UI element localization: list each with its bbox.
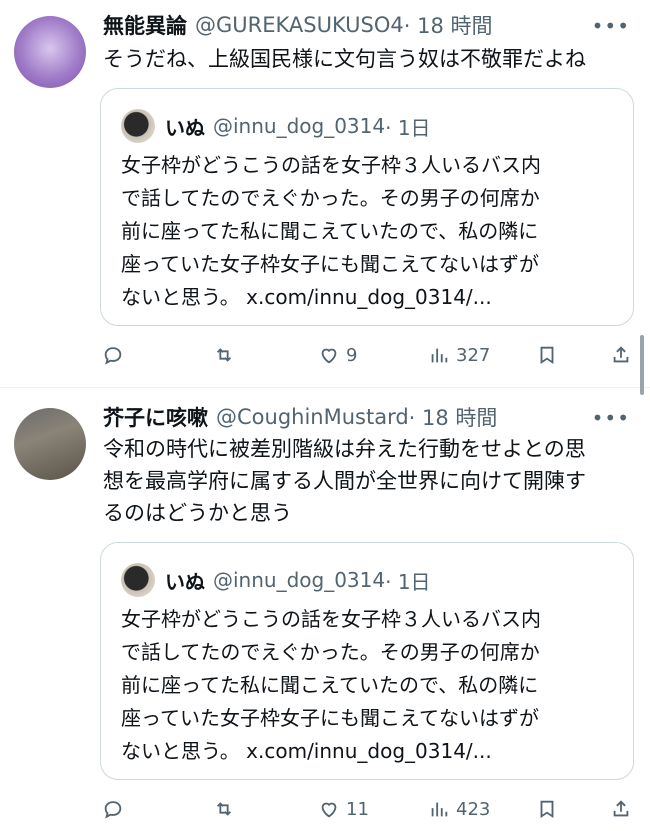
quoted-author-name: いぬ <box>165 115 205 140</box>
avatar[interactable] <box>14 16 86 88</box>
action-bar: 9 327 <box>100 340 635 370</box>
bookmark-button[interactable] <box>536 340 558 370</box>
views-button[interactable]: 423 <box>428 794 490 824</box>
author-name[interactable]: 芥子に咳嗽 <box>103 402 208 432</box>
quoted-tweet-text: 女子枠がどうこうの話を女子枠３人いるバス内 で話してたのでえぐかった。その男子の… <box>121 153 541 309</box>
like-count: 9 <box>346 344 358 366</box>
avatar[interactable] <box>14 408 86 480</box>
timestamp[interactable]: · 18 時間 <box>404 10 493 40</box>
tweet-header: 無能異論 @GUREKASUKUSO4 · 18 時間 <box>103 10 493 40</box>
share-button[interactable] <box>610 340 632 370</box>
share-button[interactable] <box>610 794 632 824</box>
quoted-tweet[interactable]: いぬ @innu_dog_0314 · 1日 女子枠がどうこうの話を女子枠３人い… <box>100 542 634 780</box>
reply-icon <box>104 347 122 365</box>
quoted-tweet-text: 女子枠がどうこうの話を女子枠３人いるバス内 で話してたのでえぐかった。その男子の… <box>121 607 541 763</box>
like-button[interactable]: 11 <box>318 794 369 824</box>
tweet-text: 令和の時代に被差別階級は弁えた行動をせよとの思 想を最高学府に属する人間が全世界… <box>103 437 586 525</box>
quoted-author-handle: @innu_dog_0314 <box>213 568 386 592</box>
views-button[interactable]: 327 <box>428 340 490 370</box>
reply-icon <box>104 801 122 819</box>
reply-button[interactable] <box>102 794 124 824</box>
more-options-button[interactable]: ••• <box>592 406 630 430</box>
like-button[interactable]: 9 <box>318 340 357 370</box>
retweet-button[interactable] <box>213 794 235 824</box>
retweet-icon <box>216 802 232 816</box>
tweet[interactable]: 芥子に咳嗽 @CoughinMustard · 18 時間 ••• 令和の時代に… <box>0 388 650 831</box>
quoted-tweet-header: いぬ @innu_dog_0314 · 1日 <box>121 563 431 597</box>
quoted-avatar <box>121 563 155 597</box>
quoted-timestamp: · 1日 <box>385 569 431 594</box>
scrollbar[interactable] <box>640 335 644 395</box>
quoted-tweet[interactable]: いぬ @innu_dog_0314 · 1日 女子枠がどうこうの話を女子枠３人い… <box>100 88 634 326</box>
share-icon <box>613 800 629 817</box>
heart-icon <box>321 802 337 818</box>
views-icon <box>431 348 448 363</box>
timestamp[interactable]: · 18 時間 <box>409 402 498 432</box>
tweet[interactable]: 無能異論 @GUREKASUKUSO4 · 18 時間 ••• そうだね、上級国… <box>0 0 650 387</box>
heart-icon <box>321 348 337 364</box>
reply-button[interactable] <box>102 340 124 370</box>
quoted-author-name: いぬ <box>165 569 205 594</box>
action-bar: 11 423 <box>100 794 635 824</box>
author-name[interactable]: 無能異論 <box>103 10 187 40</box>
share-icon <box>613 346 629 363</box>
views-count: 327 <box>456 344 491 366</box>
tweet-header: 芥子に咳嗽 @CoughinMustard · 18 時間 <box>103 402 497 432</box>
like-count: 11 <box>346 798 369 820</box>
tweet-text: そうだね、上級国民様に文句言う奴は不敬罪だよね <box>103 47 586 71</box>
quoted-avatar <box>121 109 155 143</box>
views-count: 423 <box>456 798 491 820</box>
author-handle[interactable]: @GUREKASUKUSO4 <box>195 13 404 37</box>
bookmark-button[interactable] <box>536 794 558 824</box>
retweet-button[interactable] <box>213 340 235 370</box>
quoted-timestamp: · 1日 <box>385 115 431 140</box>
bookmark-icon <box>540 346 554 365</box>
bookmark-icon <box>540 800 554 819</box>
views-icon <box>431 802 448 817</box>
author-handle[interactable]: @CoughinMustard <box>216 405 409 429</box>
retweet-icon <box>216 348 232 362</box>
quoted-author-handle: @innu_dog_0314 <box>213 114 386 138</box>
quoted-tweet-header: いぬ @innu_dog_0314 · 1日 <box>121 109 431 143</box>
more-options-button[interactable]: ••• <box>592 14 630 38</box>
